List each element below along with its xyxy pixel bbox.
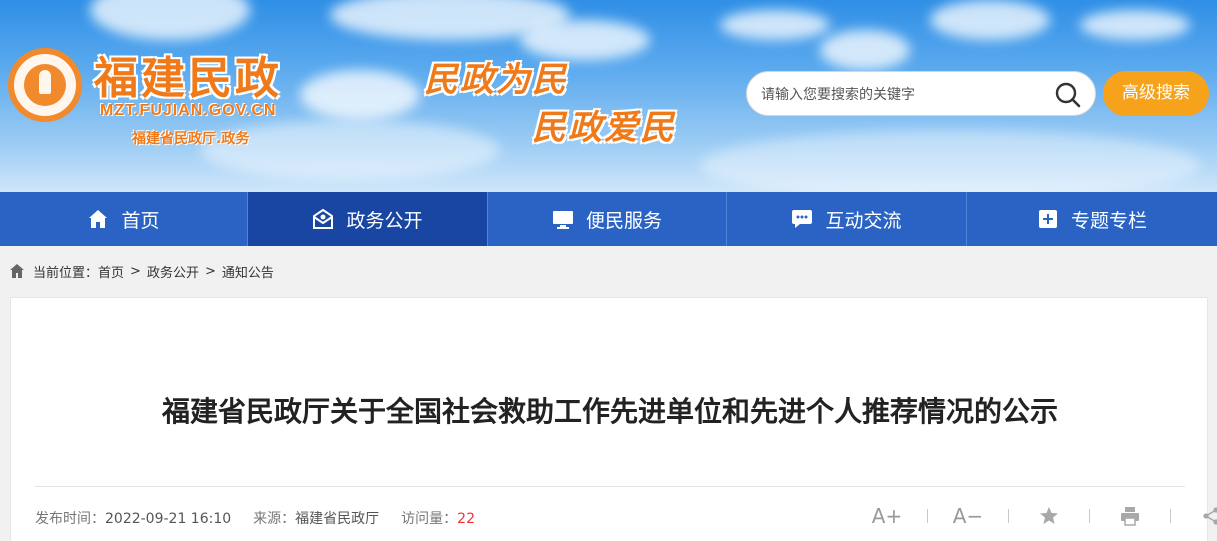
breadcrumb-separator: > <box>130 263 141 279</box>
print-button[interactable] <box>1112 506 1148 526</box>
article-tools: A+ A− <box>869 504 1217 528</box>
home-icon <box>89 210 108 228</box>
publish-time-label: 发布时间： <box>35 511 105 527</box>
slogan-2: 民政爱民 <box>532 108 676 148</box>
article-meta: 发布时间：2022-09-21 16:10 来源：福建省民政厅 访问量：22 <box>35 508 497 528</box>
article-card: 福建省民政厅关于全国社会救助工作先进单位和先进个人推荐情况的公示 发布时间：20… <box>10 297 1217 541</box>
nav-item-label: 互动交流 <box>825 209 902 232</box>
divider <box>1008 509 1009 523</box>
site-name: 福建民政 <box>94 53 282 104</box>
nav-item-home[interactable]: 首页 <box>0 192 248 246</box>
star-icon <box>1040 507 1058 524</box>
divider <box>927 509 928 523</box>
article-title: 福建省民政厅关于全国社会救助工作先进单位和先进个人推荐情况的公示 <box>161 395 1058 428</box>
divider <box>1089 509 1090 523</box>
font-smaller-button[interactable]: A− <box>950 504 986 528</box>
publish-time-value: 2022-09-21 16:10 <box>105 511 232 527</box>
search-icon[interactable] <box>1053 80 1083 110</box>
view-count: 访问量：22 <box>401 508 475 528</box>
share-icon <box>1203 507 1217 525</box>
breadcrumb-separator: > <box>204 263 216 279</box>
source: 来源：福建省民政厅 <box>253 508 379 528</box>
source-value: 福建省民政厅 <box>295 511 380 527</box>
advanced-search-button[interactable]: 高级搜索 <box>1103 71 1209 116</box>
search-input[interactable] <box>761 83 1051 105</box>
nav-item-services[interactable]: 便民服务 <box>488 192 727 246</box>
views-label: 访问量： <box>401 511 458 527</box>
nav-item-label: 政务公开 <box>346 209 423 232</box>
nav-item-gov-affairs[interactable]: 政务公开 <box>248 192 488 246</box>
breadcrumb-item-home[interactable]: 首页 <box>98 262 124 281</box>
source-label: 来源： <box>253 511 296 527</box>
site-logo[interactable]: 福建民政 MZT.FUJIAN.GOV.CN 福建省民政厅.政务 <box>8 44 308 154</box>
search-box <box>746 71 1096 116</box>
home-icon <box>10 264 24 278</box>
nav-item-label: 专题专栏 <box>1070 209 1147 232</box>
divider <box>1170 509 1171 523</box>
gov-icon <box>313 208 334 229</box>
header-banner: 福建民政 MZT.FUJIAN.GOV.CN 福建省民政厅.政务 民政为民 民政… <box>0 0 1217 192</box>
favorite-button[interactable] <box>1031 506 1067 526</box>
bookmark-plus-icon <box>1038 210 1057 228</box>
font-larger-button[interactable]: A+ <box>869 504 905 528</box>
breadcrumb-prefix: 当前位置： <box>33 265 99 281</box>
site-domain: MZT.FUJIAN.GOV.CN <box>100 102 277 119</box>
site-subtitle: 福建省民政厅.政务 <box>132 131 250 147</box>
nav-item-topics[interactable]: 专题专栏 <box>967 192 1217 246</box>
breadcrumb-item-gov-affairs[interactable]: 政务公开 <box>147 262 199 281</box>
monitor-icon <box>552 211 573 229</box>
main-nav: 首页 政务公开 便民服务 互动交流 专题专栏 <box>0 192 1217 246</box>
views-value: 22 <box>457 511 475 527</box>
publish-time: 发布时间：2022-09-21 16:10 <box>35 508 231 528</box>
slogan-1: 民政为民 <box>424 60 568 100</box>
share-button[interactable] <box>1193 506 1217 526</box>
nav-item-label: 首页 <box>121 209 160 232</box>
nav-item-interaction[interactable]: 互动交流 <box>727 192 967 246</box>
breadcrumb-item-notices[interactable]: 通知公告 <box>222 262 274 281</box>
nav-item-label: 便民服务 <box>585 209 662 232</box>
printer-icon <box>1121 507 1139 526</box>
breadcrumb: 当前位置： 首页 > 政务公开 > 通知公告 <box>9 262 274 281</box>
logo-emblem-icon <box>8 48 82 122</box>
divider <box>35 486 1185 487</box>
chat-icon <box>792 210 813 228</box>
